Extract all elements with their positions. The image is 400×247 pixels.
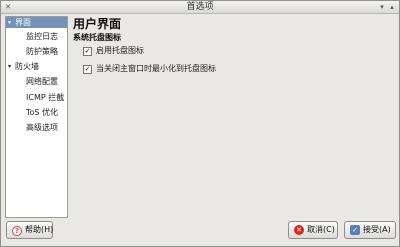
help-button-label: 帮助(H): [25, 225, 54, 234]
tree-item-interface[interactable]: ▾ 界面: [6, 17, 67, 28]
expand-arrow-icon[interactable]: ▾: [8, 61, 11, 72]
help-button[interactable]: ? 帮助(H): [6, 221, 53, 239]
minimize-to-tray-checkbox[interactable]: ✓: [83, 65, 92, 74]
expand-arrow-icon[interactable]: ▾: [8, 17, 11, 28]
accept-icon: ✓: [350, 225, 360, 235]
tree-item-firewall[interactable]: ▾ 防火墙: [6, 61, 67, 72]
tree-item-label: ToS 优化: [26, 108, 59, 117]
title-bar[interactable]: ✕ 首选项 ▾ ▴: [1, 1, 399, 14]
tree-item-tos-optimize[interactable]: ToS 优化: [6, 107, 67, 118]
category-tree: ▾ 界面 监控日志 防护策略 ▾ 防火墙 网络配置 ICMP 拦截 ToS 优化…: [5, 16, 68, 218]
accept-button[interactable]: ✓ 接受(A): [344, 221, 396, 239]
cancel-button-label: 取消(C): [307, 225, 335, 234]
maximize-icon[interactable]: ▴: [388, 3, 396, 11]
tree-item-label: 监控日志: [26, 32, 58, 41]
window-title: 首选项: [186, 2, 214, 12]
minimize-to-tray-label[interactable]: 当关闭主窗口时最小化到托盘图标: [96, 64, 216, 74]
tree-item-label: ICMP 拦截: [26, 93, 65, 102]
cancel-icon: ✕: [294, 225, 304, 235]
tree-item-icmp-block[interactable]: ICMP 拦截: [6, 92, 67, 103]
enable-tray-icon-label[interactable]: 启用托盘图标: [96, 46, 144, 56]
tree-item-protection-policy[interactable]: 防护策略: [6, 46, 67, 57]
preferences-window: ✕ 首选项 ▾ ▴ ▾ 界面 监控日志 防护策略 ▾ 防火墙 网络配置 ICMP…: [0, 0, 400, 247]
tree-item-label: 界面: [15, 18, 31, 27]
tree-item-label: 防护策略: [26, 47, 58, 56]
help-icon: ?: [12, 226, 22, 236]
enable-tray-icon-checkbox[interactable]: ✓: [83, 47, 92, 56]
tree-item-network-config[interactable]: 网络配置: [6, 76, 67, 87]
tree-item-advanced[interactable]: 高级选项: [6, 122, 67, 133]
cancel-button[interactable]: ✕ 取消(C): [288, 221, 338, 239]
minimize-icon[interactable]: ▾: [378, 3, 386, 11]
tree-item-label: 防火墙: [15, 62, 39, 71]
page-title: 用户界面: [73, 17, 122, 31]
tree-item-monitor-log[interactable]: 监控日志: [6, 31, 67, 42]
section-title: 系统托盘图标: [73, 33, 121, 42]
accept-button-label: 接受(A): [363, 225, 391, 234]
tree-item-label: 网络配置: [26, 77, 58, 86]
tree-item-label: 高级选项: [26, 123, 58, 132]
